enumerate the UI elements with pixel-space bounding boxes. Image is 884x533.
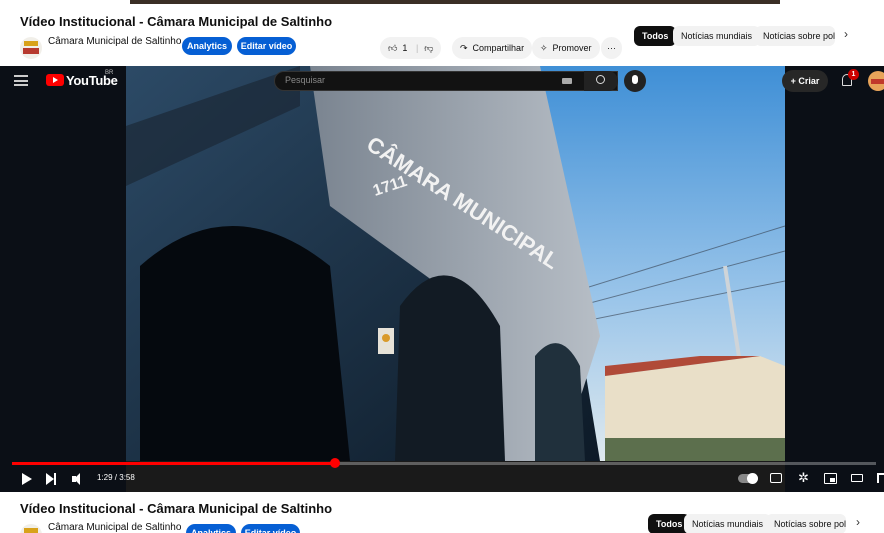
channel-name[interactable]: Câmara Municipal de Saltinho: [48, 36, 181, 47]
menu-icon[interactable]: [14, 75, 28, 86]
subtitles-icon[interactable]: [770, 473, 782, 483]
volume-icon[interactable]: [72, 473, 84, 485]
video-title: Vídeo Institucional - Câmara Municipal d…: [20, 14, 333, 29]
mic-icon[interactable]: [624, 70, 646, 92]
edit-video-button-repeat[interactable]: Editar vídeo: [241, 524, 300, 533]
time-display: 1:29 / 3:58: [97, 473, 135, 482]
create-button[interactable]: + Criar: [782, 70, 828, 92]
like-icon: 👍︎: [388, 43, 398, 53]
scrubber-handle[interactable]: [330, 458, 341, 468]
channel-avatar-repeat[interactable]: [20, 524, 42, 533]
play-icon[interactable]: [22, 473, 32, 485]
dislike-icon[interactable]: 👎︎: [424, 43, 433, 53]
chip-world-news[interactable]: Notícias mundiais: [673, 26, 761, 46]
chevron-right-icon-repeat[interactable]: ›: [856, 515, 860, 529]
search-button[interactable]: [584, 71, 618, 91]
video-info-bottom: Vídeo Institucional - Câmara Municipal d…: [0, 492, 884, 533]
chevron-right-icon[interactable]: ›: [844, 27, 848, 41]
fullscreen-icon[interactable]: [877, 473, 884, 483]
share-icon: ↷: [460, 43, 468, 53]
chip-politics-news-repeat[interactable]: Notícias sobre polí: [766, 514, 846, 533]
analytics-button[interactable]: Analytics: [182, 37, 232, 55]
progress-played: [12, 462, 336, 465]
search-placeholder: Pesquisar: [285, 75, 326, 85]
promote-icon: ✧: [540, 43, 548, 53]
chip-all[interactable]: Todos: [634, 26, 677, 46]
chip-world-news-repeat[interactable]: Notícias mundiais: [684, 514, 772, 533]
notification-badge: 1: [848, 69, 859, 80]
share-label: Compartilhar: [472, 43, 525, 53]
promote-button[interactable]: ✧ Promover: [532, 37, 600, 59]
like-count: 1: [402, 43, 408, 53]
video-title-repeat: Vídeo Institucional - Câmara Municipal d…: [20, 501, 333, 516]
theater-icon[interactable]: [851, 474, 863, 482]
search-icon: [596, 75, 605, 84]
promote-label: Promover: [552, 43, 592, 53]
analytics-button-repeat[interactable]: Analytics: [186, 524, 236, 533]
channel-name-repeat[interactable]: Câmara Municipal de Saltinho: [48, 522, 181, 533]
youtube-masthead: YouTube BR Pesquisar + Criar 1: [0, 66, 884, 96]
next-icon[interactable]: [46, 473, 58, 485]
like-button[interactable]: 👍︎ 1 | 👎︎: [380, 37, 442, 59]
keyboard-icon[interactable]: [562, 78, 572, 84]
youtube-logo-icon[interactable]: [46, 74, 64, 86]
video-frame: CÂMARA MUNICIPAL 1711: [0, 66, 884, 492]
country-code: BR: [105, 70, 114, 76]
video-info-top: Vídeo Institucional - Câmara Municipal d…: [0, 0, 884, 62]
share-button[interactable]: ↷ Compartilhar: [452, 37, 533, 59]
channel-avatar[interactable]: [20, 37, 42, 59]
video-player[interactable]: CÂMARA MUNICIPAL 1711: [0, 66, 884, 492]
chip-politics-news[interactable]: Notícias sobre polí: [755, 26, 835, 46]
avatar[interactable]: [868, 71, 884, 91]
more-actions-button[interactable]: ···: [601, 37, 622, 59]
miniplayer-icon[interactable]: [824, 473, 837, 484]
edit-video-button[interactable]: Editar vídeo: [237, 37, 296, 55]
youtube-watch-page: Vídeo Institucional - Câmara Municipal d…: [0, 0, 884, 533]
settings-icon[interactable]: ✲: [798, 471, 809, 485]
player-controls: 1:29 / 3:58 ✲: [0, 469, 884, 489]
progress-bar[interactable]: [12, 458, 876, 468]
page-edge-strip: [130, 0, 780, 4]
autoplay-toggle[interactable]: [738, 473, 758, 484]
